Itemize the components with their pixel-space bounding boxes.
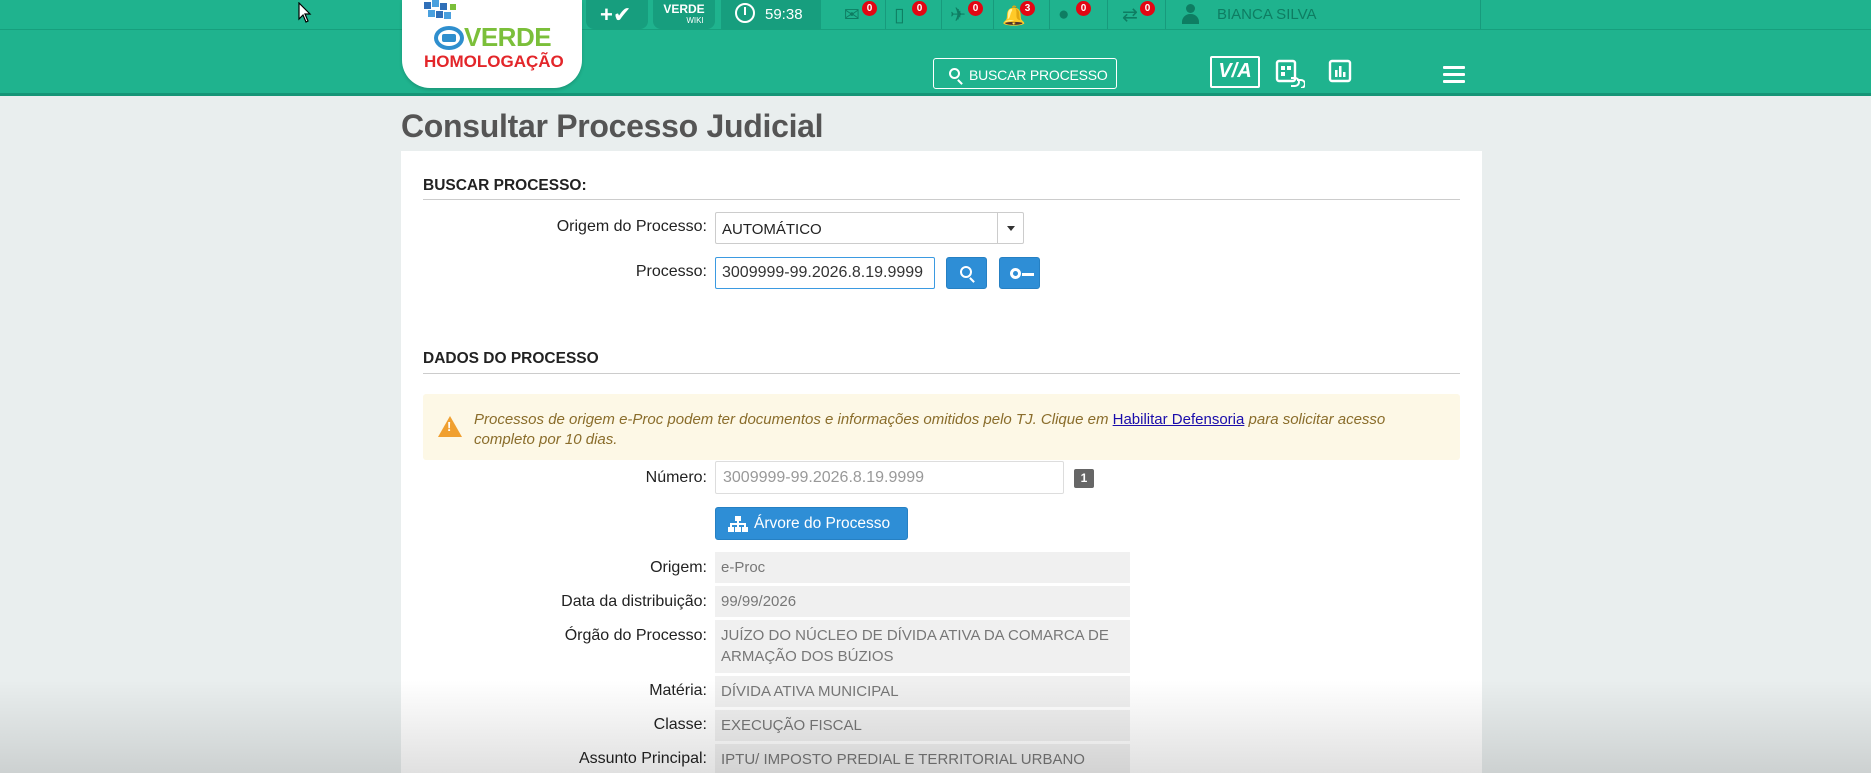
divider bbox=[1480, 0, 1481, 29]
process-tree-label: Árvore do Processo bbox=[754, 515, 891, 532]
pin-icon: ✈ bbox=[950, 5, 966, 26]
transfer-icon: ⇄ bbox=[1122, 5, 1138, 26]
enable-defensoria-link[interactable]: Habilitar Defensoria bbox=[1113, 411, 1245, 428]
user-name: BIANCA SILVA bbox=[1217, 6, 1317, 23]
class-label: Classe: bbox=[653, 716, 707, 733]
notification-pin[interactable]: ✈ 0 bbox=[944, 0, 994, 29]
distribution-date-value: 99/99/2026 bbox=[715, 586, 1130, 617]
divider bbox=[1049, 0, 1050, 29]
search-button[interactable] bbox=[946, 257, 987, 289]
via-button[interactable]: V/A bbox=[1210, 56, 1260, 88]
brand-name: VERDE bbox=[464, 22, 552, 52]
origin-field-value: e-Proc bbox=[715, 552, 1130, 583]
chat-icon: ● bbox=[1058, 4, 1070, 25]
check-button[interactable]: +✔ bbox=[586, 0, 648, 29]
timer-value: 59:38 bbox=[765, 6, 803, 23]
process-tree-button[interactable]: Árvore do Processo bbox=[715, 507, 908, 540]
verde-logo[interactable]: VERDE HOMOLOGAÇÃO bbox=[402, 0, 582, 88]
number-label: Número: bbox=[645, 469, 707, 486]
cubes-icon bbox=[424, 0, 456, 19]
alert-text: Processos de origem e-Proc podem ter doc… bbox=[474, 410, 1449, 450]
notification-badge: 0 bbox=[1076, 1, 1091, 16]
count-badge: 1 bbox=[1074, 469, 1094, 488]
divider bbox=[941, 0, 942, 29]
phone-icon: ▯ bbox=[894, 5, 905, 26]
notification-transfer[interactable]: ⇄ 0 bbox=[1116, 0, 1166, 29]
origin-selected-value: AUTOMÁTICO bbox=[722, 221, 822, 238]
court-value: JUÍZO DO NÚCLEO DE DÍVIDA ATIVA DA COMAR… bbox=[715, 620, 1130, 673]
check-icon: +✔ bbox=[600, 2, 632, 27]
page-title: Consultar Processo Judicial bbox=[401, 108, 824, 144]
user-avatar-icon bbox=[1180, 4, 1200, 24]
notification-badge: 0 bbox=[862, 1, 877, 16]
divider bbox=[885, 0, 886, 29]
subject-matter-value: DÍVIDA ATIVA MUNICIPAL bbox=[715, 676, 1130, 707]
search-section-heading: BUSCAR PROCESSO: bbox=[423, 177, 587, 194]
notification-badge: 0 bbox=[968, 1, 983, 16]
notification-badge: 0 bbox=[1140, 1, 1155, 16]
session-timer: 59:38 bbox=[721, 0, 821, 29]
origin-label: Origem do Processo: bbox=[556, 218, 707, 235]
wiki-sub-label: WIKI bbox=[686, 16, 704, 25]
main-subject-label: Assunto Principal: bbox=[578, 750, 707, 767]
process-label: Processo: bbox=[635, 263, 707, 280]
search-process-button[interactable]: BUSCAR PROCESSO bbox=[933, 58, 1117, 89]
origin-field-label: Origem: bbox=[650, 559, 707, 576]
wiki-label: VERDE bbox=[663, 2, 705, 16]
alert-text-start: Processos de origem e-Proc podem ter doc… bbox=[474, 411, 1113, 428]
notification-badge: 3 bbox=[1020, 1, 1035, 16]
notification-chat[interactable]: ● 0 bbox=[1052, 0, 1102, 29]
divider bbox=[1107, 0, 1108, 29]
linked-calendar-icon[interactable] bbox=[1275, 58, 1305, 88]
key-icon bbox=[1010, 268, 1034, 279]
divider bbox=[1165, 0, 1166, 29]
process-input[interactable]: 3009999-99.2026.8.19.9999 bbox=[715, 257, 935, 289]
origin-select[interactable]: AUTOMÁTICO bbox=[715, 212, 1024, 244]
chevron-down-icon[interactable] bbox=[997, 213, 1023, 243]
notification-badge: 0 bbox=[912, 1, 927, 16]
warning-icon bbox=[438, 416, 462, 437]
subject-matter-label: Matéria: bbox=[649, 682, 707, 699]
distribution-date-label: Data da distribuição: bbox=[561, 593, 707, 610]
process-data-heading: DADOS DO PROCESSO bbox=[423, 350, 599, 367]
bar-chart-icon[interactable] bbox=[1326, 58, 1356, 88]
divider bbox=[993, 0, 994, 29]
number-field: 3009999-99.2026.8.19.9999 bbox=[715, 461, 1064, 494]
class-value: EXECUÇÃO FISCAL bbox=[715, 710, 1130, 741]
wiki-button[interactable]: VERDE WIKI bbox=[653, 0, 715, 29]
divider bbox=[423, 199, 1460, 200]
hamburger-menu-icon[interactable] bbox=[1443, 66, 1465, 84]
search-process-label: BUSCAR PROCESSO bbox=[969, 67, 1108, 83]
eproc-warning-alert: Processos de origem e-Proc podem ter doc… bbox=[423, 394, 1460, 460]
content-panel: BUSCAR PROCESSO: Origem do Processo: AUT… bbox=[401, 151, 1482, 773]
notification-bell[interactable]: 🔔 3 bbox=[996, 0, 1046, 29]
stopwatch-icon bbox=[735, 3, 755, 23]
key-button[interactable] bbox=[999, 257, 1040, 289]
search-icon bbox=[960, 266, 972, 278]
mouse-cursor-icon bbox=[298, 2, 312, 23]
search-icon bbox=[949, 68, 960, 79]
notification-envelope[interactable]: ✉ 0 bbox=[838, 0, 888, 29]
court-label: Órgão do Processo: bbox=[564, 627, 707, 644]
notification-phone[interactable]: ▯ 0 bbox=[888, 0, 938, 29]
envelope-icon: ✉ bbox=[844, 5, 860, 26]
main-subject-value: IPTU/ IMPOSTO PREDIAL E TERRITORIAL URBA… bbox=[715, 744, 1130, 773]
graduation-cap-icon bbox=[434, 26, 464, 50]
environment-label: HOMOLOGAÇÃO bbox=[424, 52, 564, 71]
sitemap-icon bbox=[728, 516, 748, 532]
divider bbox=[423, 373, 1460, 374]
